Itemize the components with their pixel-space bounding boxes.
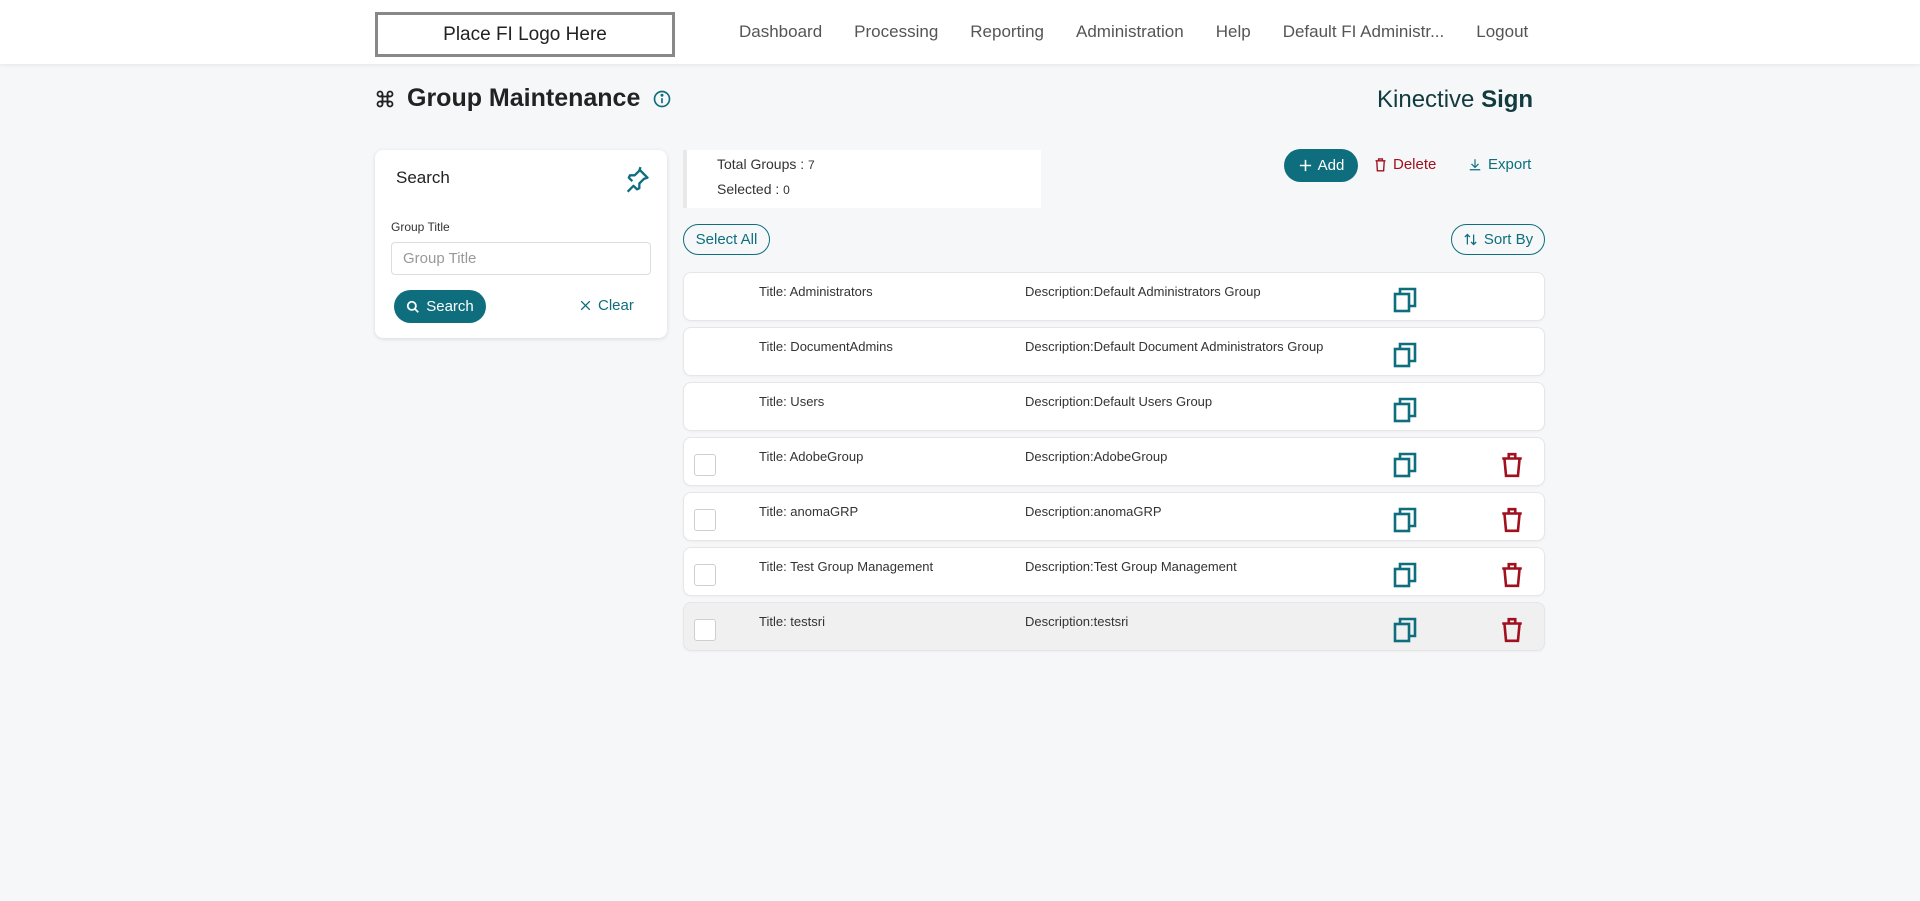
copy-icon[interactable] [1393,562,1417,588]
group-row[interactable]: Title: anomaGRP Description:anomaGRP [683,492,1545,541]
pin-icon[interactable] [623,166,651,194]
trash-icon [1375,158,1386,172]
copy-icon[interactable] [1393,287,1417,313]
trash-icon[interactable] [1501,452,1523,478]
group-description: Description:Default Administrators Group [1025,284,1261,299]
total-groups: Total Groups : 7 [717,156,815,172]
add-button[interactable]: Add [1284,149,1358,182]
group-row[interactable]: Title: Users Description:Default Users G… [683,382,1545,431]
search-panel-heading: Search [396,168,450,187]
nav-help[interactable]: Help [1216,22,1251,42]
group-description: Description:testsri [1025,614,1129,629]
group-title: Title: testsri [759,614,825,629]
search-panel: Search Group Title Search Clear [375,150,667,338]
sort-icon [1464,233,1477,246]
selected-count: Selected : 0 [717,181,790,197]
info-icon[interactable] [652,89,672,109]
copy-icon[interactable] [1393,507,1417,533]
export-button[interactable]: Export [1468,156,1531,173]
row-checkbox[interactable] [694,564,716,586]
fi-logo-placeholder[interactable]: Place FI Logo Here [375,12,675,57]
group-list: Title: Administrators Description:Defaul… [683,272,1545,657]
select-all-button[interactable]: Select All [683,224,770,255]
page-title: Group Maintenance [407,84,641,112]
main-nav: Dashboard Processing Reporting Administr… [739,22,1528,42]
nav-user-menu[interactable]: Default FI Administr... [1283,22,1445,42]
group-title-input[interactable] [391,242,651,275]
group-title: Title: DocumentAdmins [759,339,893,354]
row-checkbox[interactable] [694,619,716,641]
group-description: Description:Default Document Administrat… [1025,339,1324,354]
trash-icon[interactable] [1501,562,1523,588]
group-description: Description:Test Group Management [1025,559,1237,574]
row-checkbox[interactable] [694,509,716,531]
clear-button[interactable]: Clear [579,297,634,314]
group-title: Title: Administrators [759,284,873,299]
nav-reporting[interactable]: Reporting [970,22,1044,42]
copy-icon[interactable] [1393,397,1417,423]
group-description: Description:anomaGRP [1025,504,1162,519]
copy-icon[interactable] [1393,342,1417,368]
sort-by-button[interactable]: Sort By [1451,224,1545,255]
summary-box: Total Groups : 7 Selected : 0 [683,150,1041,208]
group-row[interactable]: Title: Administrators Description:Defaul… [683,272,1545,321]
delete-button[interactable]: Delete [1374,156,1436,173]
group-title: Title: Users [759,394,825,409]
page-header: Group Maintenance [375,84,672,113]
group-title: Title: Test Group Management [759,559,934,574]
row-checkbox[interactable] [694,454,716,476]
group-title-label: Group Title [391,220,450,234]
group-row[interactable]: Title: Test Group Management Description… [683,547,1545,596]
nav-administration[interactable]: Administration [1076,22,1184,42]
search-button[interactable]: Search [394,290,486,323]
trash-icon[interactable] [1501,507,1523,533]
nav-logout[interactable]: Logout [1476,22,1528,42]
plus-icon [1299,159,1311,172]
search-icon [407,300,420,313]
nav-dashboard[interactable]: Dashboard [739,22,822,42]
group-description: Description:AdobeGroup [1025,449,1168,464]
close-icon [580,300,591,311]
trash-icon[interactable] [1501,617,1523,643]
download-icon [1469,159,1481,171]
group-title: Title: anomaGRP [759,504,859,519]
group-description: Description:Default Users Group [1025,394,1213,409]
copy-icon[interactable] [1393,617,1417,643]
top-navigation-bar: Place FI Logo Here Dashboard Processing … [0,0,1920,64]
nav-processing[interactable]: Processing [854,22,938,42]
brand-logo: Kinective Sign [1377,86,1534,113]
group-row[interactable]: Title: AdobeGroup Description:AdobeGroup [683,437,1545,486]
command-icon [376,90,394,107]
group-row[interactable]: Title: testsri Description:testsri [683,602,1545,651]
copy-icon[interactable] [1393,452,1417,478]
group-row[interactable]: Title: DocumentAdmins Description:Defaul… [683,327,1545,376]
group-title: Title: AdobeGroup [759,449,864,464]
